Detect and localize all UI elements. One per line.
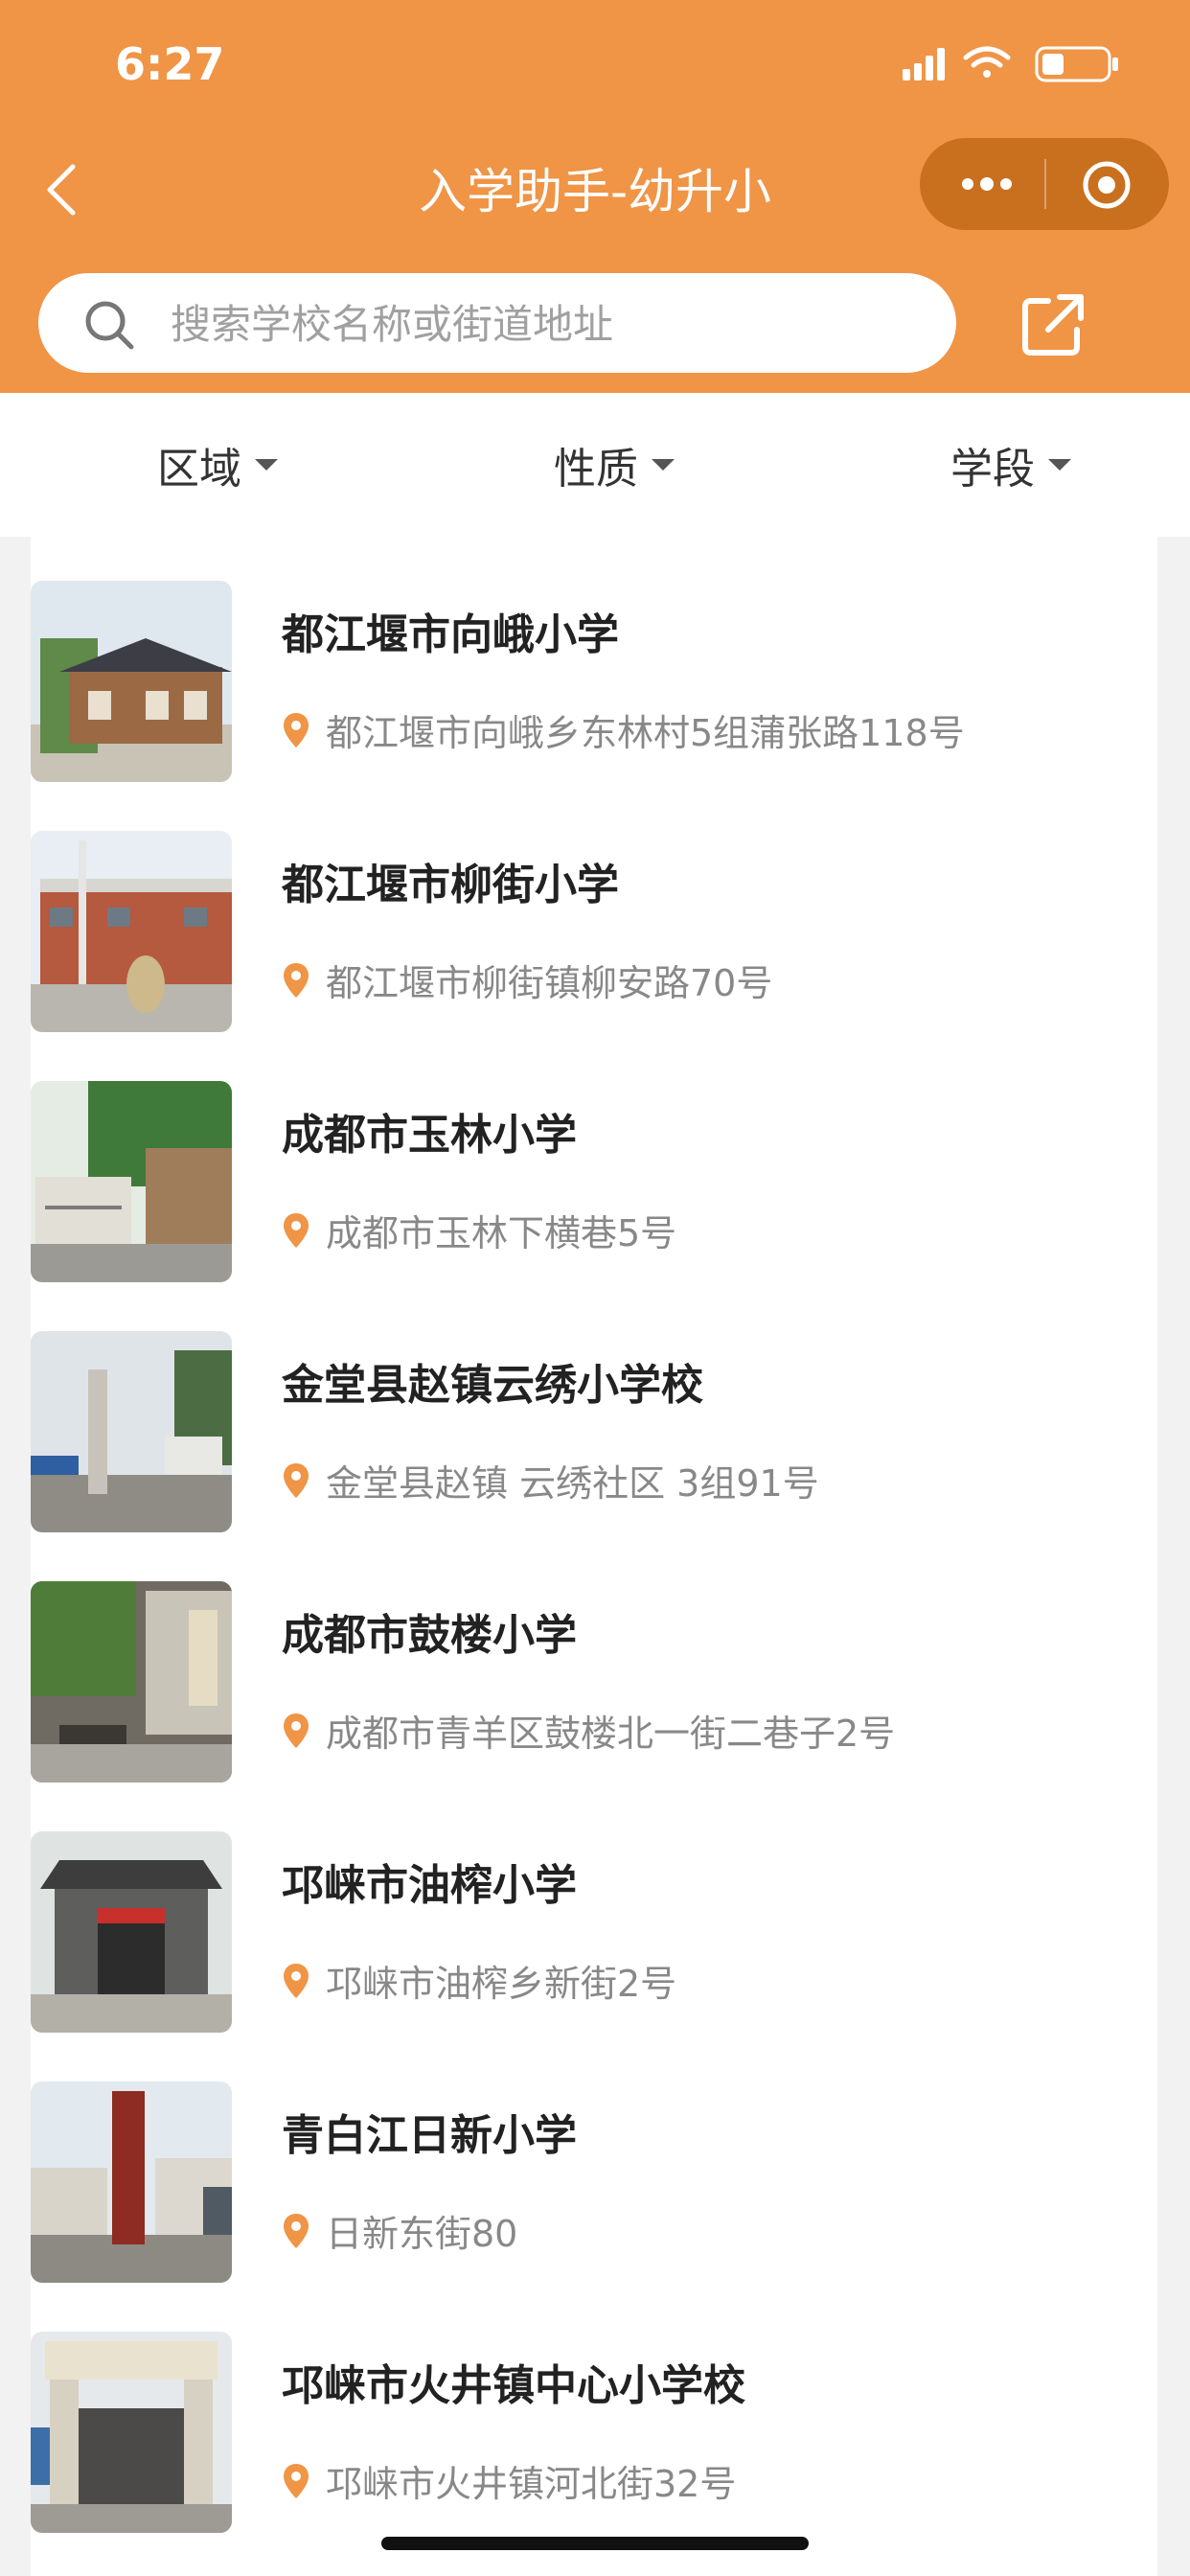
school-photo xyxy=(31,1331,232,1532)
address-text: 日新东街80 xyxy=(326,2213,518,2255)
school-address: 日新东街80 xyxy=(282,2204,517,2257)
target-icon xyxy=(1083,161,1131,209)
school-address: 邛崃市油榨乡新街2号 xyxy=(282,1954,676,2007)
school-name: 都江堰市柳街小学 xyxy=(282,861,619,909)
school-name: 邛崃市火井镇中心小学校 xyxy=(282,2361,745,2410)
school-photo xyxy=(31,2082,232,2283)
wifi-icon xyxy=(963,46,1011,78)
school-photo xyxy=(31,1831,232,2033)
location-pin-icon xyxy=(284,1212,309,1248)
filter-type[interactable]: 性质 xyxy=(554,431,675,498)
school-address: 成都市青羊区鼓楼北一街二巷子2号 xyxy=(282,1704,895,1757)
caret-down-icon xyxy=(1048,459,1071,471)
school-name: 都江堰市向峨小学 xyxy=(282,610,619,659)
school-photo xyxy=(31,1581,232,1782)
search-box xyxy=(38,273,956,373)
address-text: 邛崃市火井镇河北街32号 xyxy=(326,2463,737,2505)
school-address: 都江堰市向峨乡东林村5组蒲张路118号 xyxy=(282,703,965,756)
school-address: 成都市玉林下横巷5号 xyxy=(282,1204,676,1256)
mini-program-capsule xyxy=(920,138,1169,230)
school-list-item[interactable]: 青白江日新小学 日新东街80 xyxy=(31,2082,1157,2283)
address-text: 邛崃市油榨乡新街2号 xyxy=(326,1963,677,2005)
address-text: 都江堰市向峨乡东林村5组蒲张路118号 xyxy=(326,712,965,754)
share-icon xyxy=(1022,294,1084,356)
status-icons xyxy=(903,42,1123,84)
address-text: 成都市玉林下横巷5号 xyxy=(326,1212,677,1254)
school-address: 都江堰市柳街镇柳安路70号 xyxy=(282,954,772,1006)
location-pin-icon xyxy=(284,962,309,998)
battery-icon xyxy=(1035,46,1118,82)
school-list-item[interactable]: 邛崃市火井镇中心小学校 邛崃市火井镇河北街32号 xyxy=(31,2332,1157,2533)
caret-down-icon xyxy=(255,459,278,471)
location-pin-icon xyxy=(284,2463,309,2498)
school-list-item[interactable]: 都江堰市向峨小学 都江堰市向峨乡东林村5组蒲张路118号 xyxy=(31,581,1157,782)
more-button[interactable] xyxy=(958,167,1016,201)
more-dots-icon xyxy=(962,177,1012,191)
top-bar: 6:27 入学助手-幼升小 xyxy=(0,0,1190,393)
search-icon xyxy=(85,301,134,350)
school-list-item[interactable]: 金堂县赵镇云绣小学校 金堂县赵镇 云绣社区 3组91号 xyxy=(31,1331,1157,1532)
location-pin-icon xyxy=(284,1713,309,1748)
school-name: 成都市鼓楼小学 xyxy=(282,1611,577,1660)
home-indicator[interactable] xyxy=(381,2537,809,2550)
capsule-divider xyxy=(1044,159,1046,209)
search-input[interactable] xyxy=(169,292,920,356)
school-photo xyxy=(31,2332,232,2533)
share-button[interactable] xyxy=(1019,289,1088,358)
school-name: 成都市玉林小学 xyxy=(282,1111,577,1160)
school-list: 都江堰市向峨小学 都江堰市向峨乡东林村5组蒲张路118号 都江堰市柳街小学 都江… xyxy=(31,537,1157,2576)
school-name: 青白江日新小学 xyxy=(282,2111,577,2160)
location-pin-icon xyxy=(284,1963,309,1998)
school-list-item[interactable]: 成都市鼓楼小学 成都市青羊区鼓楼北一街二巷子2号 xyxy=(31,1581,1157,1782)
school-address: 邛崃市火井镇河北街32号 xyxy=(282,2454,736,2507)
address-text: 成都市青羊区鼓楼北一街二巷子2号 xyxy=(326,1713,896,1755)
filter-label: 学段 xyxy=(950,445,1035,494)
location-pin-icon xyxy=(284,712,309,748)
school-photo xyxy=(31,1081,232,1282)
school-name: 金堂县赵镇云绣小学校 xyxy=(282,1361,703,1410)
address-text: 金堂县赵镇 云绣社区 3组91号 xyxy=(326,1462,819,1505)
school-photo xyxy=(31,831,232,1032)
filter-region[interactable]: 区域 xyxy=(157,431,278,498)
filter-label: 性质 xyxy=(554,445,638,494)
school-address: 金堂县赵镇 云绣社区 3组91号 xyxy=(282,1454,819,1506)
close-mini-program-button[interactable] xyxy=(1081,159,1133,211)
school-name: 邛崃市油榨小学 xyxy=(282,1861,577,1910)
location-pin-icon xyxy=(284,1462,309,1498)
status-time: 6:27 xyxy=(115,38,225,90)
school-list-item[interactable]: 都江堰市柳街小学 都江堰市柳街镇柳安路70号 xyxy=(31,831,1157,1032)
filter-label: 区域 xyxy=(157,445,241,494)
school-photo xyxy=(31,581,232,782)
school-list-item[interactable]: 成都市玉林小学 成都市玉林下横巷5号 xyxy=(31,1081,1157,1282)
school-list-item[interactable]: 邛崃市油榨小学 邛崃市油榨乡新街2号 xyxy=(31,1831,1157,2033)
address-text: 都江堰市柳街镇柳安路70号 xyxy=(326,962,773,1004)
caret-down-icon xyxy=(652,459,675,471)
filter-grade[interactable]: 学段 xyxy=(950,431,1071,498)
location-pin-icon xyxy=(284,2213,309,2248)
filter-bar: 区域 性质 学段 xyxy=(0,393,1190,537)
signal-icon xyxy=(903,48,945,80)
